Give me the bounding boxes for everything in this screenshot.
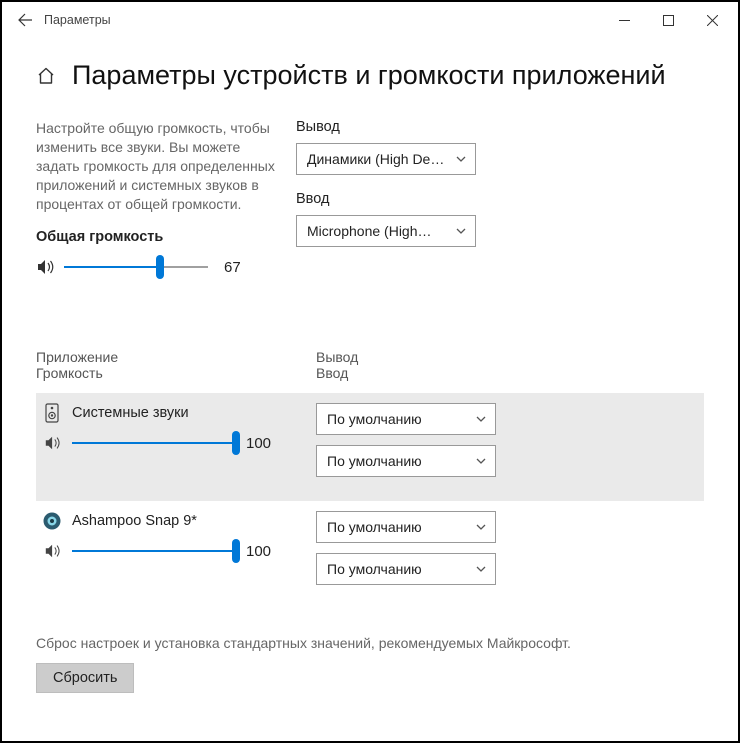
slider-fill: [64, 266, 160, 268]
minimize-button[interactable]: [602, 4, 646, 36]
apps-header-input: Ввод: [316, 365, 516, 381]
settings-window: Параметры Параметры устройств и громкост…: [0, 0, 740, 743]
apps-header-app: Приложение: [36, 349, 316, 365]
arrow-left-icon: [17, 12, 33, 28]
close-icon: [707, 15, 718, 26]
app-row[interactable]: Системные звуки100По умолчаниюПо умолчан…: [36, 393, 704, 501]
app-right: По умолчанию По умолчанию: [316, 403, 516, 487]
chevron-down-icon: [455, 153, 467, 165]
reset-section: Сброс настроек и установка стандартных з…: [36, 635, 704, 693]
chevron-down-icon: [475, 455, 487, 467]
output-label: Вывод: [296, 119, 516, 135]
back-button[interactable]: [6, 4, 44, 36]
minimize-icon: [619, 15, 630, 26]
page-title: Параметры устройств и громкости приложен…: [72, 60, 666, 91]
app-icon: [42, 511, 62, 531]
master-volume-row: 67: [36, 257, 276, 277]
app-left: Системные звуки 100: [36, 403, 316, 453]
chevron-down-icon: [475, 521, 487, 533]
chevron-down-icon: [455, 225, 467, 237]
app-right: По умолчанию По умолчанию: [316, 511, 516, 595]
app-name: Системные звуки: [72, 405, 189, 421]
chevron-down-icon: [475, 563, 487, 575]
master-volume-label: Общая громкость: [36, 229, 276, 245]
speaker-icon[interactable]: [36, 257, 64, 277]
app-name: Ashampoo Snap 9*: [72, 513, 197, 529]
output-device-select[interactable]: Динамики (High De…: [296, 143, 476, 175]
master-volume-slider[interactable]: [64, 257, 208, 277]
app-input-select[interactable]: По умолчанию: [316, 445, 496, 477]
app-volume-row: 100: [42, 541, 316, 561]
app-input-select[interactable]: По умолчанию: [316, 553, 496, 585]
output-device-value: Динамики (High De…: [307, 151, 449, 167]
master-section: Настройте общую громкость, чтобы изменит…: [36, 119, 704, 277]
home-icon: [36, 66, 56, 86]
app-icon: [42, 403, 62, 423]
slider-thumb[interactable]: [232, 431, 240, 455]
chevron-down-icon: [475, 413, 487, 425]
app-input-value: По умолчанию: [327, 453, 469, 469]
home-button[interactable]: [36, 66, 56, 86]
window-title: Параметры: [44, 13, 111, 27]
page-description: Настройте общую громкость, чтобы изменит…: [36, 119, 276, 213]
apps-header-volume: Громкость: [36, 365, 316, 381]
master-left: Настройте общую громкость, чтобы изменит…: [36, 119, 296, 277]
apps-list: Системные звуки100По умолчаниюПо умолчан…: [36, 393, 704, 609]
input-device-value: Microphone (High…: [307, 223, 449, 239]
window-controls: [602, 4, 734, 36]
apps-header-output: Вывод: [316, 349, 516, 365]
slider-fill: [72, 550, 236, 552]
maximize-icon: [663, 15, 674, 26]
page-heading-row: Параметры устройств и громкости приложен…: [36, 60, 704, 91]
app-row[interactable]: Ashampoo Snap 9*100По умолчаниюПо умолча…: [36, 501, 704, 609]
master-volume-value: 67: [224, 259, 252, 276]
master-right: Вывод Динамики (High De… Ввод Microphone…: [296, 119, 516, 277]
app-output-value: По умолчанию: [327, 411, 469, 427]
app-left: Ashampoo Snap 9* 100: [36, 511, 316, 561]
page-content: Параметры устройств и громкости приложен…: [2, 38, 738, 693]
app-output-value: По умолчанию: [327, 519, 469, 535]
apps-header: Приложение Громкость Вывод Ввод: [36, 349, 704, 381]
speaker-icon[interactable]: [44, 434, 72, 452]
app-volume-slider[interactable]: [72, 433, 236, 453]
slider-fill: [72, 442, 236, 444]
app-volume-slider[interactable]: [72, 541, 236, 561]
titlebar: Параметры: [2, 2, 738, 38]
input-label: Ввод: [296, 191, 516, 207]
app-output-select[interactable]: По умолчанию: [316, 511, 496, 543]
reset-button[interactable]: Сбросить: [36, 663, 134, 693]
app-output-select[interactable]: По умолчанию: [316, 403, 496, 435]
titlebar-left: Параметры: [6, 4, 602, 36]
app-name-line: Системные звуки: [42, 403, 316, 423]
app-input-value: По умолчанию: [327, 561, 469, 577]
speaker-icon[interactable]: [44, 542, 72, 560]
close-button[interactable]: [690, 4, 734, 36]
app-name-line: Ashampoo Snap 9*: [42, 511, 316, 531]
app-volume-value: 100: [246, 543, 274, 560]
slider-thumb[interactable]: [232, 539, 240, 563]
maximize-button[interactable]: [646, 4, 690, 36]
reset-description: Сброс настроек и установка стандартных з…: [36, 635, 704, 651]
volume-icon: [36, 257, 56, 277]
app-volume-value: 100: [246, 435, 274, 452]
app-volume-row: 100: [42, 433, 316, 453]
input-device-select[interactable]: Microphone (High…: [296, 215, 476, 247]
slider-thumb[interactable]: [156, 255, 164, 279]
